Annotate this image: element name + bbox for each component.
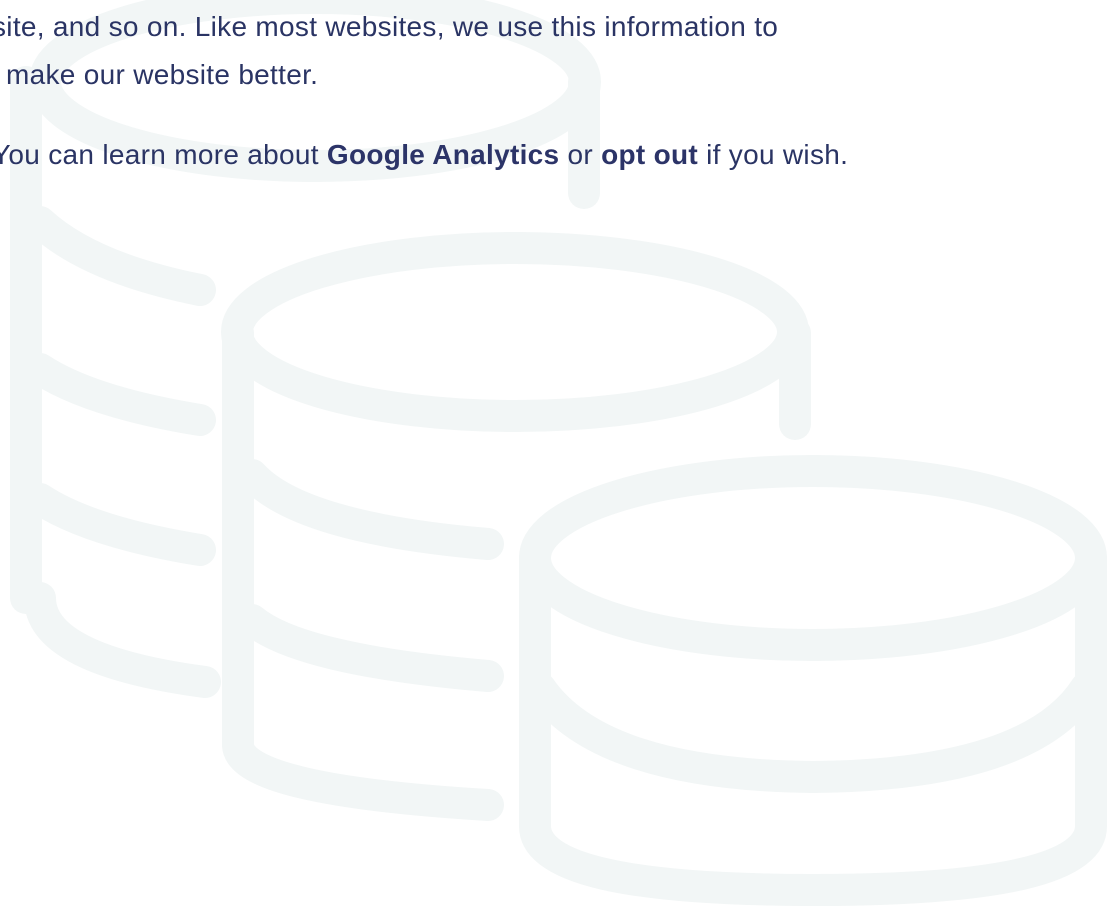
info-line-3: You can learn more about Google Analytic… — [0, 136, 848, 174]
back-stack-ridge-3 — [24, 483, 216, 566]
learn-more-lead: You can learn more about — [0, 139, 327, 170]
front-stack-ridge-1 — [524, 672, 1102, 793]
learn-more-or: or — [559, 139, 602, 170]
learn-more-tail: if you wish. — [698, 139, 849, 170]
front-stack-top-coin-outline — [519, 455, 1107, 661]
middle-stack-ridge-1 — [236, 459, 504, 560]
google-analytics-link[interactable]: Google Analytics — [327, 139, 559, 170]
info-line-1: site, and so on. Like most websites, we … — [0, 11, 779, 42]
back-stack-bottom-edge — [24, 582, 221, 698]
info-line-2: make our website better. — [6, 59, 319, 90]
back-stack-ridge-2 — [24, 353, 216, 436]
middle-stack-top-coin-outline — [221, 232, 809, 432]
middle-stack-bottom-edge — [222, 729, 504, 821]
back-stack-ridge-1 — [24, 206, 216, 306]
middle-stack-ridge-2 — [236, 604, 504, 692]
opt-out-link[interactable]: opt out — [601, 139, 698, 170]
